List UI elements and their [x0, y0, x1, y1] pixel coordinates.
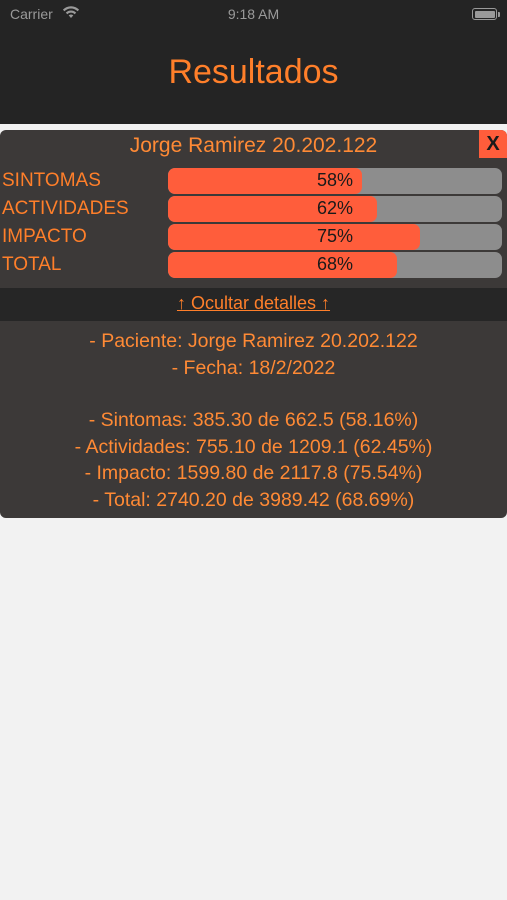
- progress-bar: 62%: [168, 196, 502, 222]
- detail-impacto: - Impacto: 1599.80 de 2117.8 (75.54%): [84, 462, 423, 484]
- detail-sintomas: - Sintomas: 385.30 de 662.5 (58.16%): [88, 409, 419, 431]
- page-title: Resultados: [168, 53, 339, 91]
- bar-label: TOTAL: [2, 254, 62, 275]
- detail-date: - Fecha: 18/2/2022: [171, 356, 336, 379]
- progress-bar: 68%: [168, 252, 502, 278]
- battery-icon: [472, 8, 497, 20]
- bar-row-actividades: ACTIVIDADES 62%: [0, 196, 507, 224]
- detail-patient: - Paciente: Jorge Ramirez 20.202.122: [89, 330, 418, 352]
- results-card: Jorge Ramirez 20.202.122 X SINTOMAS 58% …: [0, 130, 507, 518]
- detail-spacer: [0, 381, 507, 407]
- bar-label: SINTOMAS: [2, 170, 101, 191]
- progress-percent: 62%: [316, 198, 354, 218]
- details-toggle-strip: ↑ Ocultar detalles ↑: [0, 288, 507, 321]
- bar-label: ACTIVIDADES: [2, 198, 129, 219]
- card-header: Jorge Ramirez 20.202.122 X: [0, 130, 507, 162]
- progress-percent: 68%: [316, 254, 354, 274]
- status-bar: Carrier 9:18 AM: [0, 0, 507, 30]
- details-panel: - Paciente: Jorge Ramirez 20.202.122 - F…: [0, 328, 507, 513]
- progress-bar: 58%: [168, 168, 502, 194]
- bar-row-total: TOTAL 68%: [0, 252, 507, 280]
- hide-details-link[interactable]: ↑ Ocultar detalles ↑: [0, 293, 507, 314]
- patient-name: Jorge Ramirez 20.202.122: [129, 134, 378, 157]
- progress-percent: 58%: [316, 170, 354, 190]
- battery-tip: [498, 12, 500, 17]
- navigation-bar: Carrier 9:18 AM Resultados: [0, 0, 507, 124]
- close-button[interactable]: X: [479, 130, 507, 158]
- detail-actividades: - Actividades: 755.10 de 1209.1 (62.45%): [74, 435, 433, 458]
- bar-label: IMPACTO: [2, 226, 87, 247]
- bar-row-sintomas: SINTOMAS 58%: [0, 168, 507, 196]
- bar-row-impacto: IMPACTO 75%: [0, 224, 507, 252]
- progress-bar: 75%: [168, 224, 502, 250]
- status-time: 9:18 AM: [227, 6, 280, 22]
- detail-total: - Total: 2740.20 de 3989.42 (68.69%): [92, 488, 415, 511]
- progress-percent: 75%: [316, 226, 354, 246]
